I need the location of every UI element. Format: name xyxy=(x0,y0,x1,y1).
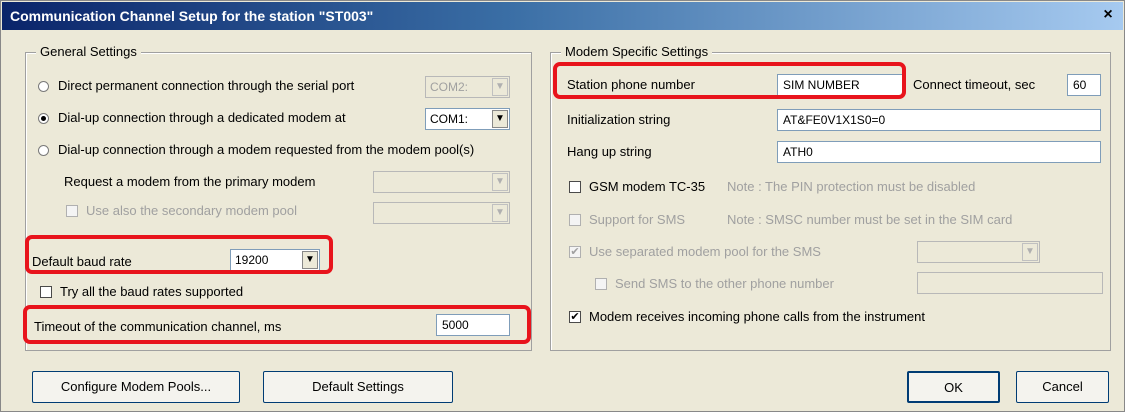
baud-rate-value: 19200 xyxy=(235,253,269,267)
incoming-calls-checkbox[interactable]: ✔ xyxy=(569,311,581,323)
ok-button[interactable]: OK xyxy=(907,371,1000,403)
cancel-button[interactable]: Cancel xyxy=(1016,371,1109,403)
modem-settings-title: Modem Specific Settings xyxy=(561,44,713,59)
hangup-string-label: Hang up string xyxy=(567,144,652,159)
dialog-title: Communication Channel Setup for the stat… xyxy=(10,8,374,24)
sms-note: Note : SMSC number must be set in the SI… xyxy=(727,212,1013,227)
gsm-modem-checkbox[interactable] xyxy=(569,181,581,193)
configure-pools-button[interactable]: Configure Modem Pools... xyxy=(32,371,240,403)
chevron-down-icon: ▼ xyxy=(492,78,508,96)
connect-timeout-input[interactable]: 60 xyxy=(1067,74,1101,96)
separated-pool-checkbox[interactable]: ✔ xyxy=(569,246,581,258)
radio-pool-label: Dial-up connection through a modem reque… xyxy=(58,142,475,157)
modem-settings-group: Modem Specific Settings Station phone nu… xyxy=(550,44,1111,351)
serial-port-value: COM2: xyxy=(430,80,469,94)
phone-number-input[interactable]: SIM NUMBER xyxy=(777,74,903,96)
init-string-input[interactable]: AT&FE0V1X1S0=0 xyxy=(777,109,1101,131)
connect-timeout-label: Connect timeout, sec xyxy=(913,77,1036,92)
send-sms-label: Send SMS to the other phone number xyxy=(615,276,834,291)
baud-rate-select[interactable]: 19200 ▼ xyxy=(230,249,320,271)
communication-channel-dialog: Communication Channel Setup for the stat… xyxy=(0,0,1125,412)
primary-modem-label: Request a modem from the primary modem xyxy=(64,174,316,189)
close-icon[interactable]: × xyxy=(1099,6,1117,24)
try-all-baud-label: Try all the baud rates supported xyxy=(60,284,244,299)
general-settings-title: General Settings xyxy=(36,44,141,59)
baud-rate-label: Default baud rate xyxy=(32,254,132,269)
serial-port-select[interactable]: COM2: ▼ xyxy=(425,76,510,98)
other-phone-input[interactable] xyxy=(917,272,1103,294)
timeout-label: Timeout of the communication channel, ms xyxy=(34,319,282,334)
chevron-down-icon: ▼ xyxy=(492,173,508,191)
chevron-down-icon: ▼ xyxy=(492,204,508,222)
title-bar: Communication Channel Setup for the stat… xyxy=(2,2,1123,30)
timeout-input[interactable]: 5000 xyxy=(436,314,510,336)
chevron-down-icon: ▼ xyxy=(492,110,508,128)
incoming-calls-label: Modem receives incoming phone calls from… xyxy=(589,309,925,324)
gsm-modem-label: GSM modem TC-35 xyxy=(589,179,706,194)
init-string-label: Initialization string xyxy=(567,112,671,127)
dialup-port-select[interactable]: COM1: ▼ xyxy=(425,108,510,130)
primary-modem-select[interactable]: ▼ xyxy=(373,171,510,193)
chevron-down-icon: ▼ xyxy=(302,251,318,269)
sms-pool-select[interactable]: ▼ xyxy=(917,241,1040,263)
phone-number-label: Station phone number xyxy=(567,77,695,92)
hangup-string-input[interactable]: ATH0 xyxy=(777,141,1101,163)
sms-support-label: Support for SMS xyxy=(589,212,686,227)
separated-pool-label: Use separated modem pool for the SMS xyxy=(589,244,821,259)
radio-serial-port[interactable] xyxy=(38,81,49,92)
send-sms-checkbox[interactable] xyxy=(595,278,607,290)
radio-dialup-dedicated[interactable] xyxy=(38,113,49,124)
sms-support-checkbox[interactable] xyxy=(569,214,581,226)
general-settings-group: General Settings Direct permanent connec… xyxy=(25,44,532,351)
default-settings-button[interactable]: Default Settings xyxy=(263,371,453,403)
radio-dialup-label: Dial-up connection through a dedicated m… xyxy=(58,110,346,125)
secondary-pool-select[interactable]: ▼ xyxy=(373,202,510,224)
gsm-note: Note : The PIN protection must be disabl… xyxy=(727,179,976,194)
radio-serial-label: Direct permanent connection through the … xyxy=(58,78,355,93)
try-all-baud-checkbox[interactable] xyxy=(40,286,52,298)
secondary-pool-checkbox[interactable] xyxy=(66,205,78,217)
secondary-pool-label: Use also the secondary modem pool xyxy=(86,203,298,218)
dialup-port-value: COM1: xyxy=(430,112,469,126)
radio-modem-pool[interactable] xyxy=(38,145,49,156)
chevron-down-icon: ▼ xyxy=(1022,243,1038,261)
